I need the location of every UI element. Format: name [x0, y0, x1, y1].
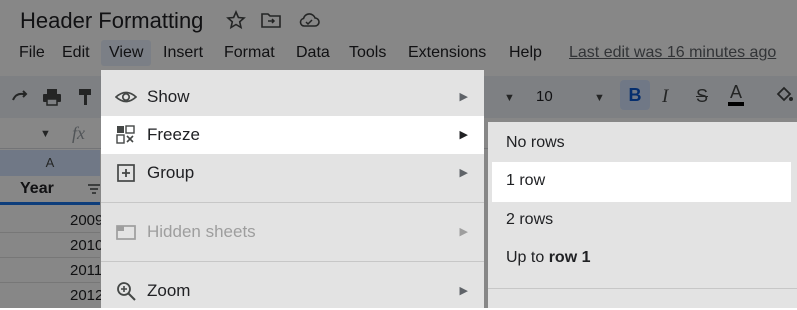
- menu-divider: [101, 202, 484, 203]
- menu-item-hidden-sheets[interactable]: Hidden sheets ▶: [101, 213, 484, 251]
- menu-item-label: Group: [147, 163, 195, 182]
- up-to-row-bold: row 1: [548, 249, 591, 266]
- submenu-arrow-icon: ▶: [459, 167, 468, 179]
- submenu-arrow-icon: ▶: [459, 129, 468, 141]
- plus-box-icon: [115, 162, 137, 184]
- submenu-item-label: 1 row: [506, 172, 546, 189]
- menu-item-label: Zoom: [147, 281, 191, 300]
- submenu-item-up-to-row[interactable]: Up to row 1: [488, 239, 797, 279]
- menu-divider: [101, 261, 484, 262]
- freeze-grid-icon: [115, 124, 137, 146]
- submenu-item-2-rows[interactable]: 2 rows: [488, 201, 797, 241]
- submenu-item-1-row[interactable]: 1 row: [492, 162, 791, 202]
- menu-item-label: Hidden sheets: [147, 222, 256, 241]
- view-menu: Show ▶ Freeze ▶ Group ▶ Hidden sheets ▶ …: [101, 70, 484, 308]
- menu-item-label: Freeze: [147, 125, 200, 144]
- menu-item-zoom[interactable]: Zoom ▶: [101, 272, 484, 310]
- submenu-item-label: 2 rows: [506, 211, 554, 228]
- menu-item-show[interactable]: Show ▶: [101, 78, 484, 116]
- zoom-icon: [115, 280, 137, 302]
- submenu-item-no-rows[interactable]: No rows: [488, 124, 797, 164]
- menu-item-label: Show: [147, 87, 190, 106]
- menu-item-group[interactable]: Group ▶: [101, 154, 484, 192]
- menu-divider: [488, 288, 797, 289]
- submenu-item-label: Up to row 1: [506, 249, 590, 267]
- eye-icon: [114, 86, 138, 108]
- menu-item-freeze[interactable]: Freeze ▶: [101, 116, 484, 154]
- submenu-arrow-icon: ▶: [459, 91, 468, 103]
- freeze-submenu: No rows 1 row 2 rows Up to row 1: [488, 122, 797, 308]
- submenu-arrow-icon: ▶: [459, 285, 468, 297]
- submenu-item-label: No rows: [506, 134, 565, 151]
- up-to-prefix: Up to: [506, 249, 549, 266]
- submenu-arrow-icon: ▶: [459, 226, 468, 238]
- hidden-sheet-icon: [115, 221, 137, 243]
